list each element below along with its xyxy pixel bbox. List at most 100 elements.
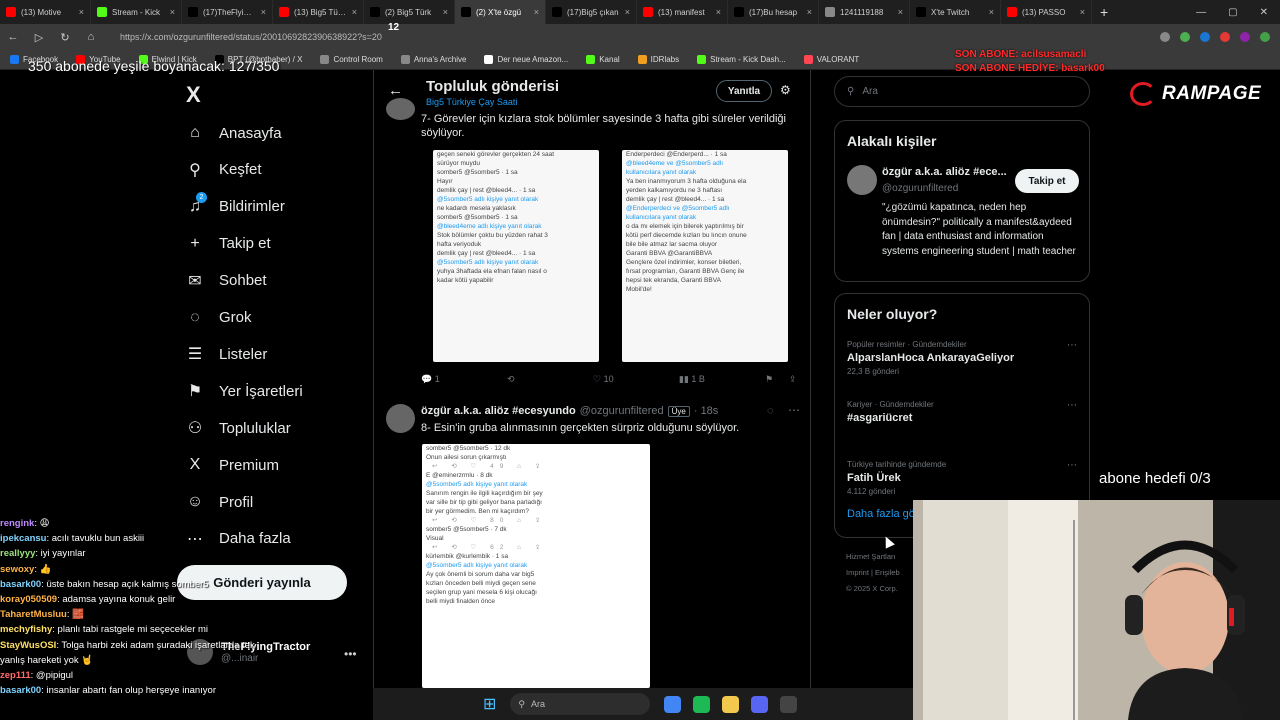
profile-avatar-icon[interactable] xyxy=(1260,32,1270,42)
chrome-icon[interactable] xyxy=(664,695,682,713)
tab-close-icon[interactable]: × xyxy=(534,7,539,17)
author-name[interactable]: özgür a.k.a. aliöz #ecesyundo xyxy=(421,405,576,417)
more-options-icon[interactable]: ⋯ xyxy=(1067,400,1077,411)
windows-start-icon[interactable]: ⊞ xyxy=(483,694,496,714)
tab-close-icon[interactable]: × xyxy=(1080,7,1085,17)
more-options-icon[interactable]: ⋯ xyxy=(1067,340,1077,351)
author-handle[interactable]: @ozgurunfiltered xyxy=(580,405,664,417)
browser-tab[interactable]: (13) Big5 Türkiye × xyxy=(273,0,364,24)
tab-close-icon[interactable]: × xyxy=(352,7,357,17)
sidebar-item-keşfet[interactable]: ⚲ Keşfet xyxy=(186,161,261,179)
tab-close-icon[interactable]: × xyxy=(807,7,812,17)
minimize-icon[interactable]: — xyxy=(1196,7,1206,18)
extension-icon[interactable] xyxy=(1180,32,1190,42)
extension-icon[interactable] xyxy=(1240,32,1250,42)
sidebar-item-profil[interactable]: ☺ Profil xyxy=(186,493,253,511)
browser-tab[interactable]: (2) Big5 Türk × xyxy=(364,0,455,24)
sidebar-item-yer-i-şaretleri[interactable]: ⚑ Yer İşaretleri xyxy=(186,382,303,401)
reload-icon[interactable]: ↻ xyxy=(58,31,72,44)
sidebar-item-premium[interactable]: X Premium xyxy=(186,456,279,474)
like-action[interactable]: ♡ 10 xyxy=(593,374,679,385)
back-arrow-icon[interactable]: ← xyxy=(388,82,403,99)
tab-close-icon[interactable]: × xyxy=(625,7,630,17)
retweet-action[interactable]: ⟲ xyxy=(507,374,593,385)
browser-tab[interactable]: (13) manifest × xyxy=(637,0,728,24)
browser-tab[interactable]: (17)Bu hesap × xyxy=(728,0,819,24)
tab-close-icon[interactable]: × xyxy=(170,7,175,17)
avatar[interactable] xyxy=(386,404,415,433)
avatar[interactable] xyxy=(847,165,877,195)
sidebar-item-topluluklar[interactable]: ⚇ Topluluklar xyxy=(186,419,291,438)
tab-close-icon[interactable]: × xyxy=(443,7,448,17)
reply-action[interactable]: 💬 1 xyxy=(421,374,507,385)
address-bar[interactable]: https://x.com/ozgurunfiltered/status/200… xyxy=(120,32,382,42)
new-tab-button[interactable]: + xyxy=(1092,4,1116,20)
more-options-icon[interactable]: ⋯ xyxy=(788,403,800,417)
maximize-icon[interactable]: ▢ xyxy=(1228,7,1237,18)
grok-icon[interactable]: ◌ xyxy=(767,405,774,417)
footer-link[interactable]: Imprint | Erişileb xyxy=(846,565,900,581)
obs-icon[interactable] xyxy=(780,695,798,713)
bookmark-item[interactable]: Anna's Archive xyxy=(400,55,466,64)
home-icon[interactable]: ⌂ xyxy=(84,31,98,43)
extension-icon[interactable] xyxy=(1220,32,1230,42)
footer-link[interactable]: Hizmet Şartları xyxy=(846,549,900,565)
reply-button[interactable]: Yanıtla xyxy=(716,80,772,102)
tweet-time[interactable]: · 18s xyxy=(694,405,718,417)
browser-tab[interactable]: Stream - Kick × xyxy=(91,0,182,24)
person-name[interactable]: özgür a.k.a. aliöz #ece... xyxy=(882,166,1010,178)
extension-icon[interactable] xyxy=(1200,32,1210,42)
sidebar-item-takip-et[interactable]: + Takip et xyxy=(186,235,270,253)
trend-item[interactable]: Kariyer · Gündemdekiler #asgariücret ⋯ xyxy=(847,400,1077,424)
forward-nav-icon[interactable]: ▷ xyxy=(32,31,46,44)
taskbar-search[interactable]: ⚲ Ara xyxy=(510,693,651,715)
sidebar-item-grok[interactable]: ◌ Grok xyxy=(186,309,251,327)
tab-close-icon[interactable]: × xyxy=(898,7,903,17)
browser-tab[interactable]: X'te Twitch × xyxy=(910,0,1001,24)
share-icon[interactable]: ⇪ xyxy=(789,374,797,385)
tab-close-icon[interactable]: × xyxy=(989,7,994,17)
person-handle[interactable]: @ozgurunfiltered xyxy=(882,183,958,194)
tweet-image[interactable]: geçen seneki görevler gerçekten 24 saat s… xyxy=(433,150,599,362)
tweet-image[interactable]: Enderperdeci @Enderperd... · 1 sa @bleed4… xyxy=(622,150,788,362)
bookmark-item[interactable]: Control Room xyxy=(320,55,383,64)
trend-item[interactable]: Türkiye tarihinde gündemde Fatih Ürek 4.11… xyxy=(847,460,1077,496)
bookmark-icon[interactable]: ⚑ xyxy=(765,374,789,385)
spotify-icon[interactable] xyxy=(693,695,711,713)
sidebar-item-listeler[interactable]: ☰ Listeler xyxy=(186,345,268,364)
tweet-image[interactable]: somber5 @5somber5 · 12 dk Onun ailesi sor… xyxy=(422,444,650,688)
browser-tab[interactable]: (13) Motive × xyxy=(0,0,91,24)
extension-icon[interactable] xyxy=(1160,32,1170,42)
bookmark-item[interactable]: Kanal xyxy=(586,55,620,64)
back-nav-icon[interactable]: ← xyxy=(6,31,20,43)
tab-close-icon[interactable]: × xyxy=(716,7,721,17)
files-icon[interactable] xyxy=(722,695,740,713)
browser-tab[interactable]: (13) PASSO × xyxy=(1001,0,1092,24)
browser-tab[interactable]: (2) X'te özgü × xyxy=(455,0,546,24)
views-action[interactable]: ▮▮ 1 B xyxy=(679,374,765,385)
browser-tab[interactable]: (17)TheFlyingTr × xyxy=(182,0,273,24)
bookmark-item[interactable]: Der neue Amazon... xyxy=(484,55,568,64)
sidebar-item-bildirimler[interactable]: ♫ 2 Bildirimler xyxy=(186,191,285,216)
search-input[interactable]: ⚲ Ara xyxy=(834,76,1090,107)
tab-close-icon[interactable]: × xyxy=(261,7,266,17)
avatar[interactable] xyxy=(386,98,415,120)
more-options-icon[interactable]: ••• xyxy=(344,647,357,661)
discord-icon[interactable] xyxy=(751,695,769,713)
footer-link[interactable]: © 2025 X Corp. xyxy=(846,581,900,597)
community-name-link[interactable]: Big5 Türkiye Çay Saati xyxy=(426,97,517,107)
sidebar-item-sohbet[interactable]: ✉ Sohbet xyxy=(186,272,266,290)
close-icon[interactable]: ✕ xyxy=(1260,7,1268,18)
browser-tab[interactable]: 1241119188 × xyxy=(819,0,910,24)
bookmark-item[interactable]: VALORANT xyxy=(803,55,859,64)
x-logo-icon[interactable]: X xyxy=(186,82,201,108)
bookmark-item[interactable]: IDRlabs xyxy=(637,55,679,64)
bookmark-item[interactable]: Stream - Kick Dash... xyxy=(697,55,786,64)
browser-tab[interactable]: (17)Big5 çıkan × xyxy=(546,0,637,24)
follow-button[interactable]: Takip et xyxy=(1015,169,1079,193)
trend-item[interactable]: Popüler resimler · Gündemdekiler Alparsla… xyxy=(847,340,1077,376)
filter-icon[interactable]: ⚙ xyxy=(780,83,791,97)
show-more-link[interactable]: Daha fazla gö xyxy=(847,508,915,520)
tab-close-icon[interactable]: × xyxy=(79,7,84,17)
more-options-icon[interactable]: ⋯ xyxy=(1067,460,1077,471)
